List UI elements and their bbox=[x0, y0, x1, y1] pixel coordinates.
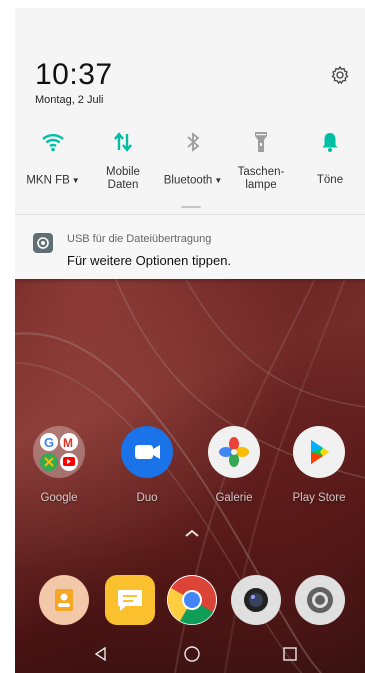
camera-icon[interactable] bbox=[231, 575, 281, 625]
date: Montag, 2 Juli bbox=[35, 94, 104, 106]
navigation-bar bbox=[15, 633, 365, 673]
svg-text:M: M bbox=[63, 436, 73, 450]
tile-label: Töne bbox=[316, 174, 344, 186]
chevron-up-icon[interactable] bbox=[183, 528, 201, 538]
wifi-icon bbox=[42, 134, 64, 152]
shade-drag-handle[interactable] bbox=[181, 206, 201, 208]
recents-icon[interactable] bbox=[281, 645, 299, 663]
chevron-down-icon: ▼ bbox=[71, 176, 80, 185]
notification-title: USB für die Dateiübertragung bbox=[67, 233, 212, 245]
clock: 10:37 bbox=[35, 58, 113, 91]
google-folder-icon: G M bbox=[33, 426, 85, 478]
app-play-store[interactable]: Play Store bbox=[279, 426, 359, 504]
app-label: Galerie bbox=[215, 492, 253, 504]
app-label: Play Store bbox=[292, 492, 346, 504]
quick-settings-tiles: MKN FB ▼ Mobile Daten Bluetooth ▼ Tasche… bbox=[15, 128, 365, 198]
tile-label: MKN FB ▼ bbox=[18, 174, 88, 188]
bluetooth-icon bbox=[187, 132, 200, 152]
android-system-icon bbox=[33, 233, 53, 253]
notification-shade: 10:37 Montag, 2 Juli MKN FB ▼ Mobile Dat… bbox=[15, 8, 365, 279]
app-duo[interactable]: Duo bbox=[107, 426, 187, 504]
app-label: Google bbox=[40, 492, 78, 504]
phone-screen: G M Google Duo Galerie Play Store 10:37 … bbox=[15, 8, 365, 673]
bell-icon bbox=[322, 133, 338, 152]
tile-label: Bluetooth ▼ bbox=[158, 174, 228, 188]
app-google-folder[interactable]: G M Google bbox=[19, 426, 99, 504]
gear-icon[interactable] bbox=[330, 65, 350, 85]
tile-label: Taschen- lampe bbox=[237, 166, 285, 191]
mobile-data-icon bbox=[114, 132, 132, 152]
duo-icon bbox=[121, 426, 173, 478]
usb-notification[interactable]: USB für die Dateiübertragung Für weitere… bbox=[15, 214, 365, 279]
gallery-icon bbox=[208, 426, 260, 478]
flashlight-icon bbox=[255, 132, 267, 152]
app-label: Duo bbox=[136, 492, 158, 504]
home-icon[interactable] bbox=[183, 645, 201, 663]
contacts-icon[interactable] bbox=[39, 575, 89, 625]
notification-body: Für weitere Optionen tippen. bbox=[67, 253, 232, 268]
messages-icon[interactable] bbox=[105, 575, 155, 625]
chrome-icon[interactable] bbox=[167, 575, 217, 625]
tile-label: Mobile Daten bbox=[106, 166, 140, 191]
settings-icon[interactable] bbox=[295, 575, 345, 625]
chevron-down-icon: ▼ bbox=[214, 176, 223, 185]
back-icon[interactable] bbox=[92, 645, 110, 663]
svg-text:G: G bbox=[44, 435, 54, 450]
tile-label-text: MKN FB bbox=[26, 174, 70, 187]
play-store-icon bbox=[293, 426, 345, 478]
app-gallery[interactable]: Galerie bbox=[194, 426, 274, 504]
tile-label-text: Bluetooth bbox=[163, 174, 213, 187]
